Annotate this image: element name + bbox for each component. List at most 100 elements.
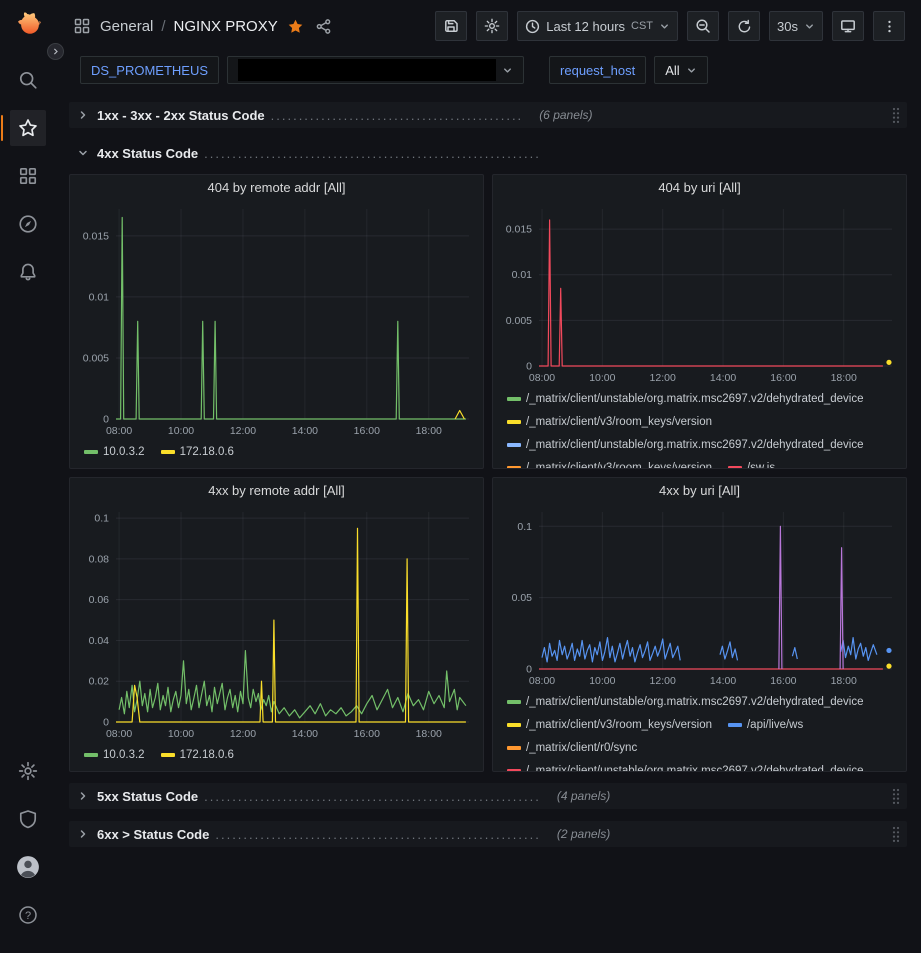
share-icon[interactable] [315,18,332,35]
legend-item[interactable]: /_matrix/client/v3/room_keys/version [507,716,712,734]
svg-text:?: ? [24,910,30,922]
shield-icon [18,809,38,829]
legend-item[interactable]: /_matrix/client/r0/sync [507,739,637,757]
svg-text:16:00: 16:00 [770,675,796,687]
svg-text:08:00: 08:00 [106,425,132,437]
svg-text:14:00: 14:00 [292,425,318,437]
expand-menu-button[interactable] [47,43,64,60]
dashboard-settings-button[interactable] [476,11,508,41]
row-dots: ........................................… [271,108,524,123]
row-drag-handle[interactable] [891,825,901,843]
panel-title[interactable]: 4xx by uri [All] [493,478,906,504]
legend-item[interactable]: /_matrix/client/v3/room_keys/version [507,413,712,431]
svg-text:0.01: 0.01 [512,269,533,281]
sidebar-item-alerting[interactable] [10,254,46,290]
legend-item[interactable]: 10.0.3.2 [84,443,145,461]
legend-item[interactable]: /api/live/ws [728,716,803,734]
legend-swatch [84,450,98,454]
sidebar-item-configuration[interactable] [10,753,46,789]
svg-text:10:00: 10:00 [168,425,194,437]
refresh-interval-dropdown[interactable]: 30s [769,11,823,41]
sidebar-item-help[interactable]: ? [10,897,46,933]
cycle-view-mode-button[interactable] [832,11,864,41]
svg-text:0: 0 [103,717,109,729]
row-4xx-status-code[interactable]: 4xx Status Code ........................… [69,140,907,166]
sidebar-item-explore[interactable] [10,206,46,242]
svg-text:10:00: 10:00 [589,675,615,687]
panel-chart[interactable]: 08:0010:0012:0014:0016:0018:0000.020.040… [70,504,483,742]
sidebar-item-profile[interactable] [10,849,46,885]
breadcrumb-dashboard[interactable]: NGINX PROXY [174,18,278,35]
panel-chart[interactable]: 08:0010:0012:0014:0016:0018:0000.0050.01… [70,201,483,439]
row-5xx-status-code[interactable]: 5xx Status Code ........................… [69,783,907,809]
row-drag-handle[interactable] [891,787,901,805]
more-options-button[interactable] [873,11,905,41]
row-1xx-3xx-2xx-status-code[interactable]: 1xx - 3xx - 2xx Status Code ............… [69,102,907,128]
time-range-picker[interactable]: Last 12 hours CST [517,11,678,41]
grafana-logo[interactable] [13,10,43,40]
breadcrumb-folder[interactable]: General [100,18,153,35]
panel-title[interactable]: 404 by uri [All] [493,175,906,201]
monitor-icon [840,18,856,34]
legend-label: /_matrix/client/v3/room_keys/version [526,416,712,428]
refresh-button[interactable] [728,11,760,41]
svg-text:0.1: 0.1 [94,513,109,525]
legend-item[interactable]: /_matrix/client/unstable/org.matrix.msc2… [507,693,864,711]
panel-chart[interactable]: 08:0010:0012:0014:0016:0018:0000.0050.01… [493,201,906,386]
save-dashboard-button[interactable] [435,11,467,41]
legend-item[interactable]: /_matrix/client/unstable/org.matrix.msc2… [507,436,864,454]
sidebar-item-starred[interactable] [10,110,46,146]
row-dots: ........................................… [204,146,541,161]
legend-swatch [728,466,742,468]
panel-title[interactable]: 4xx by remote addr [All] [70,478,483,504]
variable-request-host-select[interactable]: All [654,56,707,84]
redacted-datasource-value [238,59,496,81]
row-panel-count: (2 panels) [557,827,610,841]
request-host-value: All [665,63,679,78]
legend-item[interactable]: /_matrix/client/unstable/org.matrix.msc2… [507,390,864,408]
sidebar-item-search[interactable] [10,62,46,98]
favorite-star-icon[interactable] [287,18,304,35]
legend-item[interactable]: 172.18.0.6 [161,746,234,764]
zoom-out-button[interactable] [687,11,719,41]
panel-legend: /_matrix/client/unstable/org.matrix.msc2… [493,386,906,468]
svg-text:0.005: 0.005 [506,315,532,327]
legend-swatch [507,397,521,401]
variable-datasource-select[interactable] [227,56,524,84]
panel-404-by-uri: 404 by uri [All] 08:0010:0012:0014:0016:… [492,174,907,469]
chevron-right-icon [75,109,91,121]
legend-swatch [507,466,521,468]
row-6xx-status-code[interactable]: 6xx > Status Code ......................… [69,821,907,847]
chevron-down-icon [502,65,513,76]
legend-item[interactable]: 10.0.3.2 [84,746,145,764]
svg-text:16:00: 16:00 [354,728,380,740]
legend-item[interactable]: /sw.js [728,459,775,468]
row-title: 6xx > Status Code [97,827,209,842]
legend-item[interactable]: /_matrix/client/v3/room_keys/version [507,459,712,468]
legend-item[interactable]: /_matrix/client/unstable/org.matrix.msc2… [507,762,864,771]
svg-text:0.08: 0.08 [89,553,110,565]
compass-icon [18,214,38,234]
refresh-interval-label: 30s [777,19,798,34]
sidebar-item-dashboards[interactable] [10,158,46,194]
svg-text:16:00: 16:00 [354,425,380,437]
panel-legend: /_matrix/client/unstable/org.matrix.msc2… [493,689,906,771]
sidebar-item-server-admin[interactable] [10,801,46,837]
svg-text:16:00: 16:00 [770,372,796,384]
apps-grid-icon[interactable] [73,17,91,35]
row-title: 1xx - 3xx - 2xx Status Code [97,108,265,123]
breadcrumb-separator: / [161,18,165,35]
variable-datasource-label[interactable]: DS_PROMETHEUS [80,56,219,84]
svg-text:12:00: 12:00 [650,675,676,687]
gear-icon [484,18,500,34]
panel-chart[interactable]: 08:0010:0012:0014:0016:0018:0000.050.1 [493,504,906,689]
variable-request-host-label[interactable]: request_host [549,56,646,84]
legend-label: /_matrix/client/unstable/org.matrix.msc2… [526,696,864,708]
panel-title[interactable]: 404 by remote addr [All] [70,175,483,201]
svg-text:14:00: 14:00 [292,728,318,740]
row-drag-handle[interactable] [891,106,901,124]
legend-label: /sw.js [747,462,775,468]
svg-text:14:00: 14:00 [710,675,736,687]
dashboards-grid-icon [18,166,38,186]
legend-item[interactable]: 172.18.0.6 [161,443,234,461]
